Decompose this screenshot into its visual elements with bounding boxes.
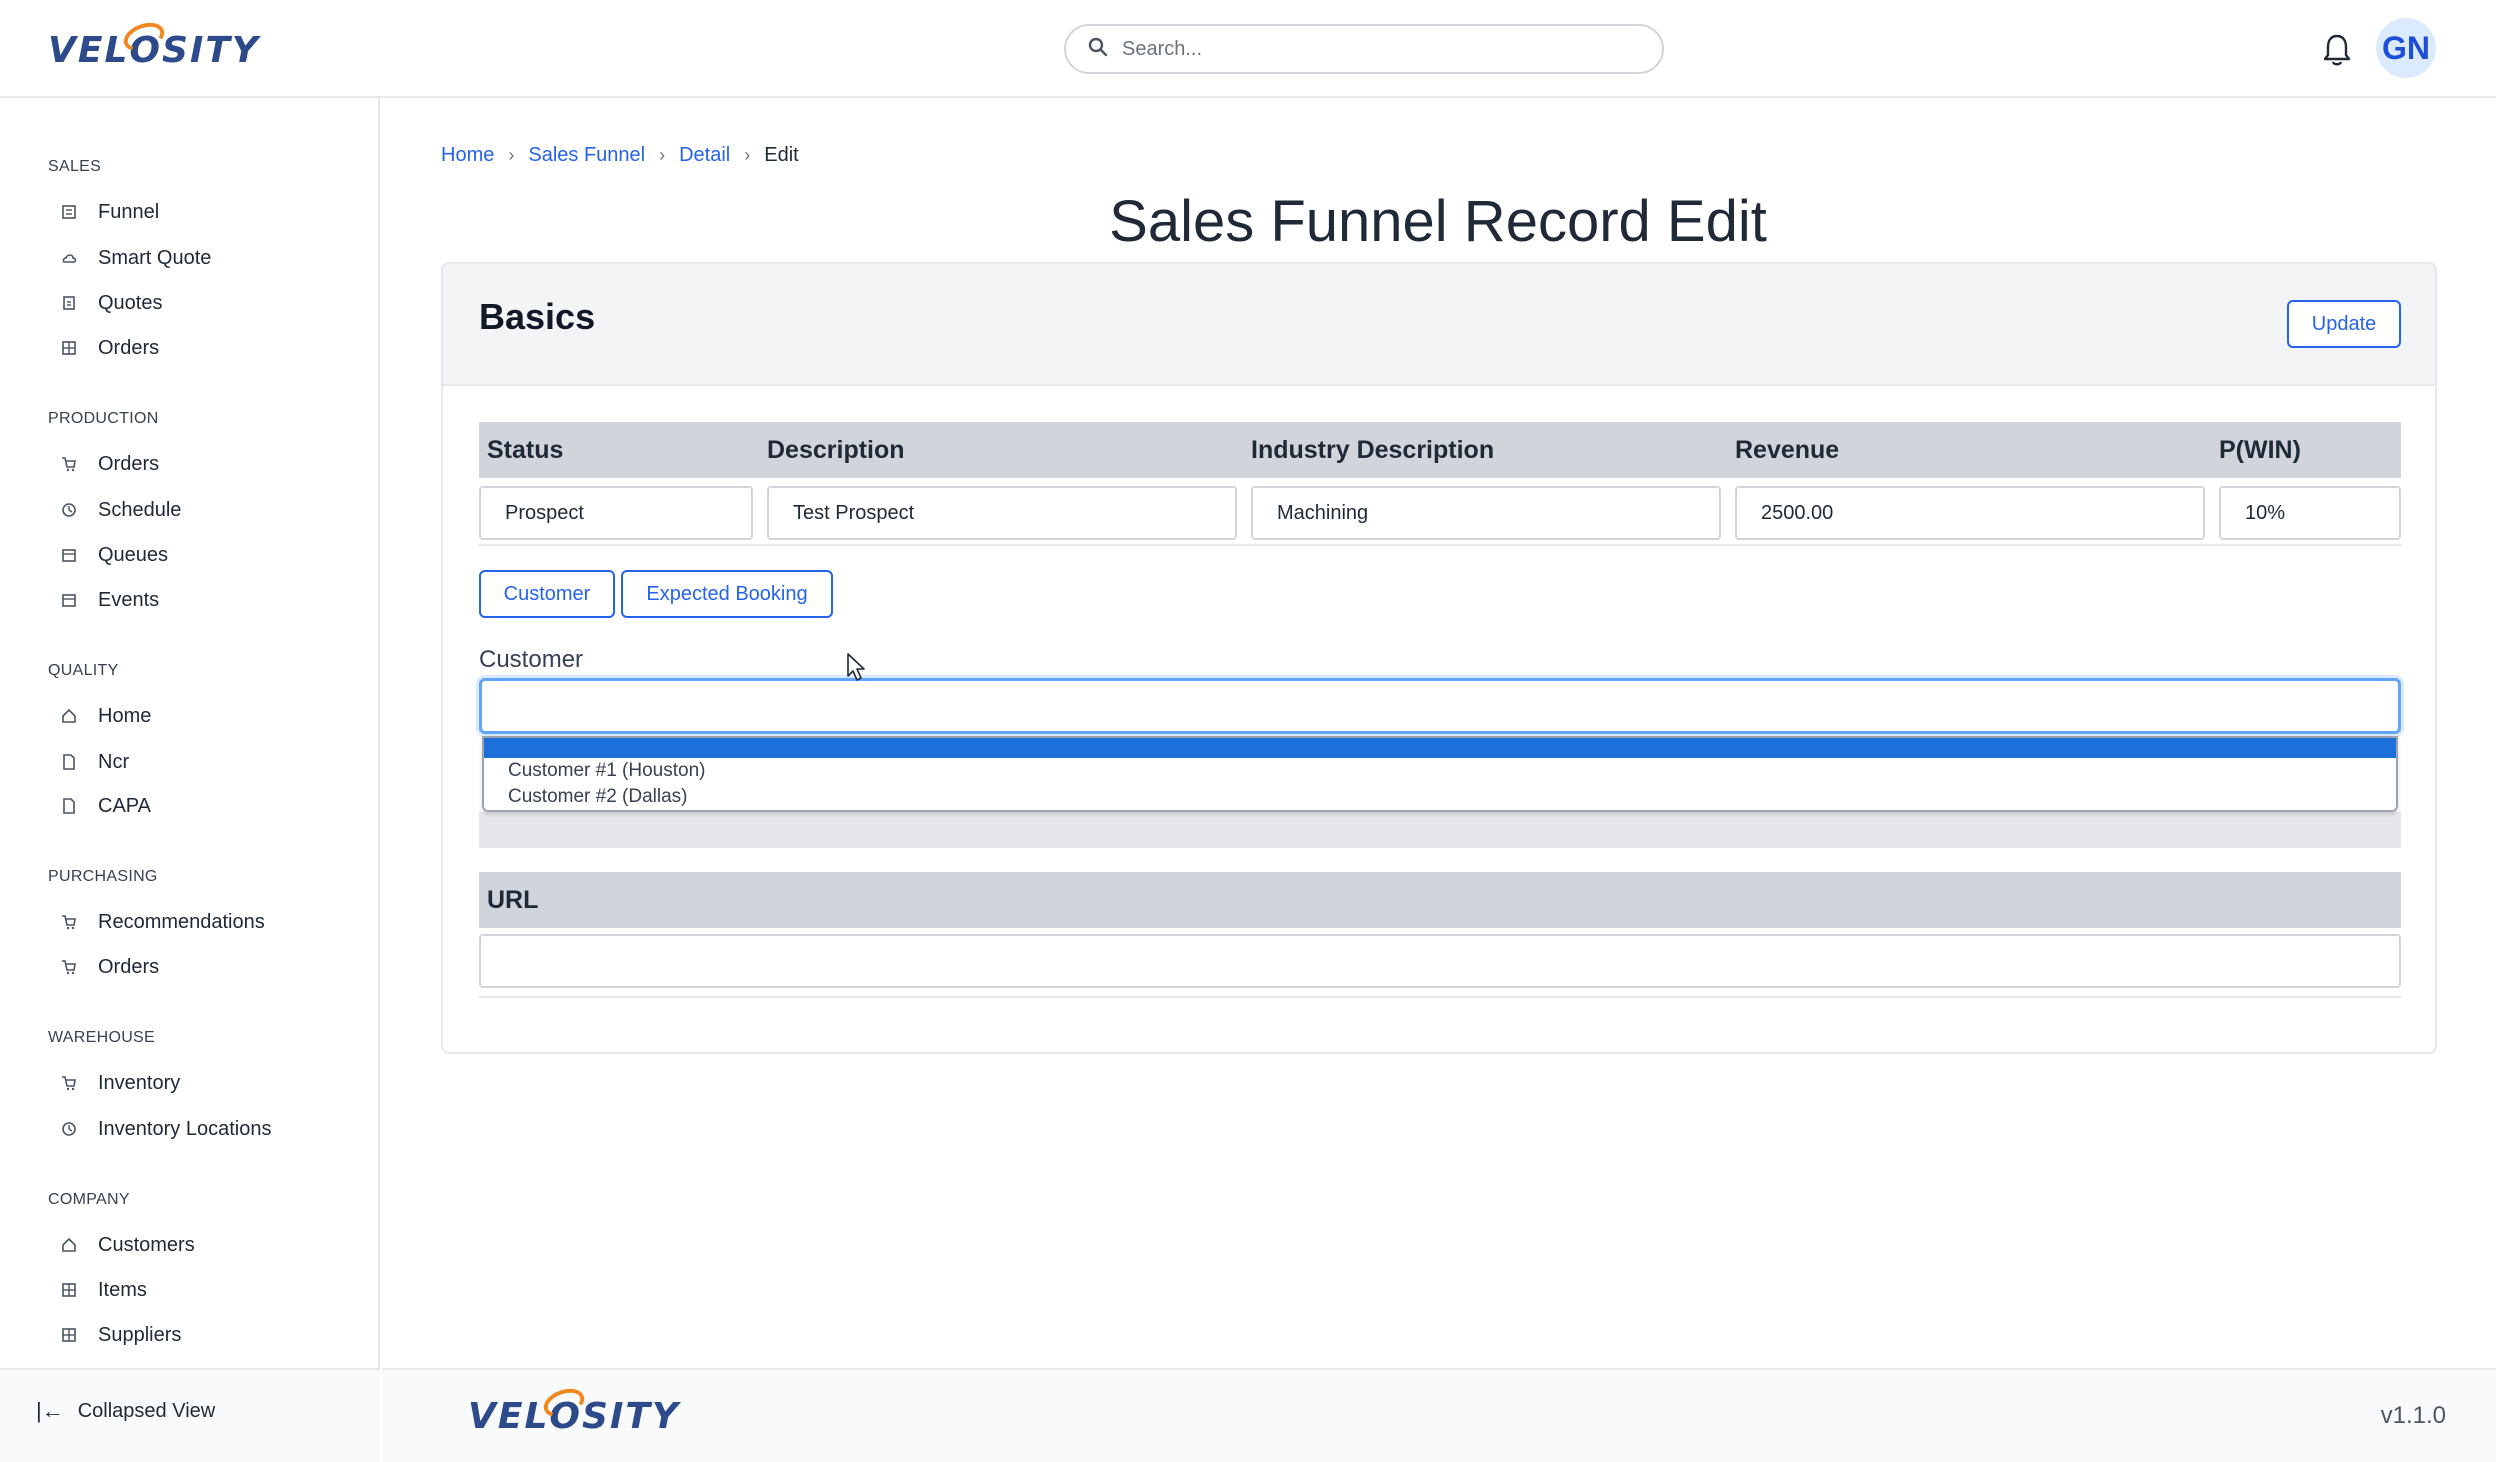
sidebar-item-quality-home[interactable]: Home <box>60 698 151 734</box>
divider <box>479 996 2401 998</box>
hidden-row-background <box>479 812 2401 848</box>
revenue-field[interactable]: 2500.00 <box>1735 486 2205 540</box>
customer-label: Customer <box>479 646 584 673</box>
home-icon <box>60 1236 78 1254</box>
calendar-icon <box>60 546 78 564</box>
sidebar-item-smart-quote[interactable]: Smart Quote <box>60 240 211 276</box>
breadcrumb-home[interactable]: Home <box>441 144 494 167</box>
cart-icon <box>60 1074 78 1092</box>
sidebar-item-schedule[interactable]: Schedule <box>60 492 181 528</box>
grid-icon <box>60 1326 78 1344</box>
bell-icon[interactable] <box>2320 32 2354 68</box>
cloud-icon <box>60 249 78 267</box>
tab-customer[interactable]: Customer <box>479 570 615 618</box>
sidebar-item-items[interactable]: Items <box>60 1272 147 1308</box>
sidebar-section-sales: SALES <box>48 158 102 175</box>
search-box[interactable] <box>1064 24 1664 74</box>
page-title: Sales Funnel Record Edit <box>1109 189 1767 254</box>
customer-dropdown: Customer #1 (Houston) Customer #2 (Dalla… <box>482 736 2398 812</box>
home-icon <box>60 707 78 725</box>
top-bar: VELOSITY GN <box>0 0 2496 98</box>
tab-expected-booking[interactable]: Expected Booking <box>621 570 833 618</box>
cart-icon <box>60 913 78 931</box>
breadcrumb: Home › Sales Funnel › Detail › Edit <box>441 144 799 167</box>
table-row: Prospect Test Prospect Machining 2500.00… <box>479 478 2401 546</box>
sidebar-item-customers[interactable]: Customers <box>60 1227 195 1263</box>
sidebar-item-ncr[interactable]: Ncr <box>60 744 129 780</box>
industry-description-field[interactable]: Machining <box>1251 486 1721 540</box>
document-icon <box>60 797 78 815</box>
footer: VELOSITY v1.1.0 <box>382 1368 2496 1462</box>
document-icon <box>60 753 78 771</box>
sidebar-section-purchasing: PURCHASING <box>48 868 158 885</box>
collapse-sidebar-button[interactable]: |← Collapsed View <box>36 1398 215 1424</box>
collapse-icon: |← <box>36 1398 64 1423</box>
sidebar-item-quotes[interactable]: Quotes <box>60 285 162 321</box>
sidebar-item-sales-orders[interactable]: Orders <box>60 330 159 366</box>
breadcrumb-detail[interactable]: Detail <box>679 144 730 167</box>
search-input[interactable] <box>1122 37 1642 61</box>
search-icon <box>1088 37 1108 62</box>
column-header-revenue: Revenue <box>1735 436 1840 464</box>
chevron-right-icon: › <box>659 145 666 165</box>
footer-logo: VELOSITY <box>468 1395 680 1437</box>
update-button[interactable]: Update <box>2287 300 2401 348</box>
calendar-icon <box>60 591 78 609</box>
sidebar-item-inventory-locations[interactable]: Inventory Locations <box>60 1111 271 1147</box>
sidebar-item-production-orders[interactable]: Orders <box>60 446 159 482</box>
sidebar-footer: |← Collapsed View <box>0 1368 380 1462</box>
funnel-icon <box>60 203 78 221</box>
breadcrumb-sales-funnel[interactable]: Sales Funnel <box>528 144 645 167</box>
basics-fields-table: Status Description Industry Description … <box>479 422 2401 546</box>
clipboard-icon <box>60 294 78 312</box>
clock-icon <box>60 501 78 519</box>
url-field[interactable] <box>479 934 2401 988</box>
grid-icon <box>60 339 78 357</box>
status-field[interactable]: Prospect <box>479 486 753 540</box>
cart-icon <box>60 958 78 976</box>
column-header-industry-description: Industry Description <box>1251 436 1495 464</box>
sidebar-section-company: COMPANY <box>48 1191 130 1208</box>
grid-icon <box>60 1281 78 1299</box>
sidebar-item-suppliers[interactable]: Suppliers <box>60 1317 181 1353</box>
breadcrumb-current: Edit <box>764 144 799 166</box>
sidebar-item-purchasing-orders[interactable]: Orders <box>60 949 159 985</box>
description-field[interactable]: Test Prospect <box>767 486 1237 540</box>
table-header: Status Description Industry Description … <box>479 422 2401 478</box>
customer-select[interactable] <box>479 678 2401 734</box>
sidebar-section-quality: QUALITY <box>48 662 119 679</box>
sidebar-item-events[interactable]: Events <box>60 582 159 618</box>
chevron-right-icon: › <box>508 145 515 165</box>
dropdown-option-customer-1[interactable]: Customer #1 (Houston) <box>484 758 2396 784</box>
column-header-status: Status <box>487 436 564 464</box>
velocity-logo[interactable]: VELOSITY <box>48 26 260 74</box>
dropdown-option-empty[interactable] <box>484 738 2396 758</box>
clock-icon <box>60 1120 78 1138</box>
sidebar-section-warehouse: WAREHOUSE <box>48 1029 156 1046</box>
cart-icon <box>60 455 78 473</box>
sidebar-section-production: PRODUCTION <box>48 410 159 427</box>
version-label: v1.1.0 <box>2380 1402 2446 1429</box>
column-header-pwin: P(WIN) <box>2219 436 2301 464</box>
pwin-field[interactable]: 10% <box>2219 486 2401 540</box>
url-label: URL <box>487 886 539 914</box>
basics-card: Basics Update Status Description Industr… <box>441 262 2437 1054</box>
chevron-right-icon: › <box>744 145 751 165</box>
card-title: Basics <box>479 296 596 337</box>
sidebar-item-queues[interactable]: Queues <box>60 537 168 573</box>
sidebar-item-recommendations[interactable]: Recommendations <box>60 904 265 940</box>
column-header-description: Description <box>767 436 905 464</box>
url-header: URL <box>479 872 2401 928</box>
sidebar-item-capa[interactable]: CAPA <box>60 788 151 824</box>
user-avatar[interactable]: GN <box>2376 18 2436 78</box>
dropdown-option-customer-2[interactable]: Customer #2 (Dallas) <box>484 784 2396 810</box>
sidebar-item-inventory[interactable]: Inventory <box>60 1065 180 1101</box>
mouse-cursor-icon <box>846 652 868 682</box>
card-header: Basics Update <box>443 264 2435 386</box>
sidebar: SALES Funnel Smart Quote Quotes Orders P… <box>0 98 380 1462</box>
sidebar-item-funnel[interactable]: Funnel <box>60 194 159 230</box>
